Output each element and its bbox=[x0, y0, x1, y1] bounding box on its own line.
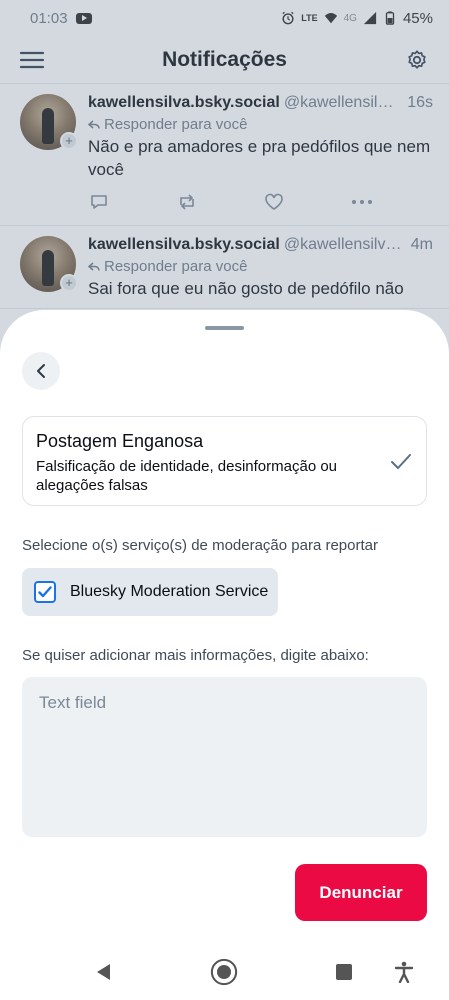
service-checkbox[interactable] bbox=[34, 581, 56, 603]
reason-description: Falsificação de identidade, desinformaçã… bbox=[36, 458, 338, 494]
nav-back-icon[interactable] bbox=[90, 958, 118, 986]
report-submit-button[interactable]: Denunciar bbox=[295, 864, 427, 921]
nav-home-icon[interactable] bbox=[210, 958, 238, 986]
moderation-service-option[interactable]: Bluesky Moderation Service bbox=[22, 568, 278, 616]
accessibility-icon[interactable] bbox=[390, 958, 418, 986]
sheet-drag-handle[interactable] bbox=[205, 326, 244, 330]
service-label: Bluesky Moderation Service bbox=[70, 583, 269, 600]
moderation-service-label: Selecione o(s) serviço(s) de moderação p… bbox=[22, 537, 378, 554]
report-reason-card[interactable]: Postagem Enganosa Falsificação de identi… bbox=[22, 416, 427, 506]
chevron-left-icon bbox=[37, 364, 45, 378]
checkmark-icon bbox=[391, 454, 411, 469]
details-text-field[interactable] bbox=[22, 677, 427, 837]
reason-title: Postagem Enganosa bbox=[36, 431, 204, 451]
nav-recents-icon[interactable] bbox=[330, 958, 358, 986]
system-nav-bar bbox=[0, 944, 449, 1000]
details-label: Se quiser adicionar mais informações, di… bbox=[22, 647, 369, 664]
back-button[interactable] bbox=[22, 352, 60, 390]
report-bottom-sheet: Postagem Enganosa Falsificação de identi… bbox=[0, 310, 449, 1000]
checkbox-check-icon bbox=[38, 586, 52, 598]
